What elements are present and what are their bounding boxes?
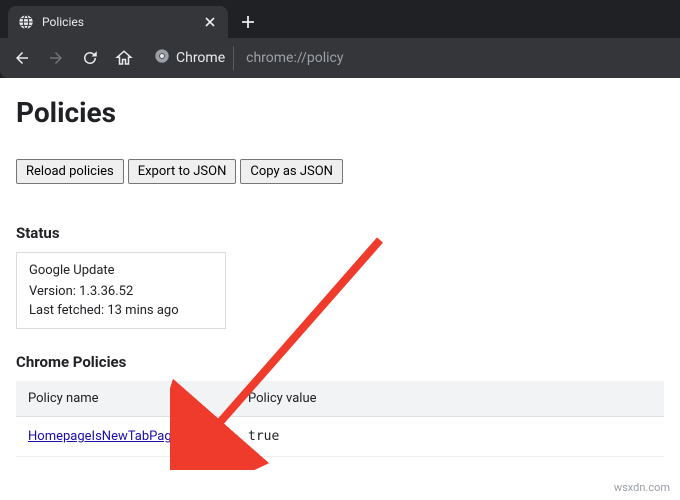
- watermark: wsxdn.com: [614, 481, 670, 494]
- address-bar[interactable]: Chrome chrome://policy: [150, 46, 343, 70]
- status-card-title: Google Update: [29, 263, 213, 278]
- fetched-label: Last fetched:: [29, 303, 107, 318]
- version-value: 1.3.36.52: [79, 284, 133, 299]
- omnibox-chip: Chrome: [150, 46, 234, 70]
- chrome-policies-heading: Chrome Policies: [16, 353, 664, 371]
- table-row: HomepageIsNewTabPage true: [16, 417, 664, 457]
- back-button[interactable]: [8, 44, 36, 72]
- close-icon[interactable]: [202, 14, 218, 30]
- external-link-icon: [181, 430, 195, 443]
- status-heading: Status: [16, 224, 664, 242]
- forward-button[interactable]: [42, 44, 70, 72]
- fetched-value: 13 mins ago: [107, 303, 178, 318]
- action-button-row: Reload policies Export to JSON Copy as J…: [16, 159, 664, 184]
- home-button[interactable]: [110, 44, 138, 72]
- status-version-row: Version: 1.3.36.52: [29, 284, 213, 299]
- globe-icon: [18, 14, 34, 30]
- reload-button[interactable]: [76, 44, 104, 72]
- tab-strip: Policies: [0, 0, 680, 38]
- version-label: Version:: [29, 284, 79, 299]
- page-title: Policies: [16, 96, 664, 129]
- status-fetched-row: Last fetched: 13 mins ago: [29, 303, 213, 318]
- omnibox-chip-label: Chrome: [176, 50, 225, 66]
- chrome-icon: [154, 48, 170, 68]
- browser-toolbar: Chrome chrome://policy: [0, 38, 680, 78]
- omnibox-url: chrome://policy: [238, 50, 343, 66]
- browser-chrome: Policies Chrome chr: [0, 0, 680, 78]
- browser-tab-active[interactable]: Policies: [8, 6, 228, 38]
- copy-json-button[interactable]: Copy as JSON: [240, 159, 343, 184]
- page-content: Policies Reload policies Export to JSON …: [0, 78, 680, 475]
- policy-name-link[interactable]: HomepageIsNewTabPage: [28, 429, 179, 444]
- export-json-button[interactable]: Export to JSON: [128, 159, 237, 184]
- table-header-row: Policy name Policy value: [16, 381, 664, 417]
- column-policy-name: Policy name: [16, 381, 236, 417]
- tab-title: Policies: [42, 15, 194, 29]
- new-tab-button[interactable]: [234, 8, 262, 36]
- column-policy-value: Policy value: [236, 381, 664, 417]
- policy-value-cell: true: [236, 417, 664, 457]
- policy-table: Policy name Policy value HomepageIsNewTa…: [16, 381, 664, 457]
- status-card: Google Update Version: 1.3.36.52 Last fe…: [16, 252, 226, 329]
- reload-policies-button[interactable]: Reload policies: [16, 159, 124, 184]
